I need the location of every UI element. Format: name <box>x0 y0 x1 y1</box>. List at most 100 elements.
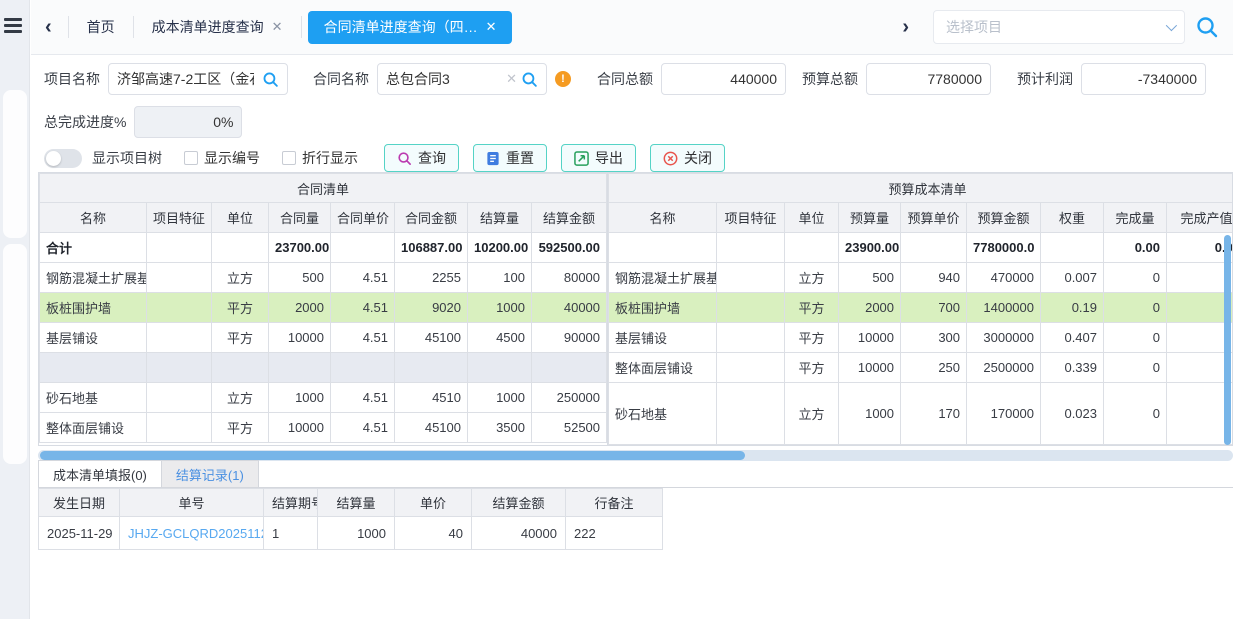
project-select[interactable] <box>933 10 1185 44</box>
table-row[interactable]: 砂石地基立方10001701700000.02300 <box>609 383 1232 445</box>
table-row[interactable]: 钢筋混凝土扩展基立方5009404700000.00700 <box>609 263 1232 293</box>
vertical-scrollbar[interactable] <box>1224 235 1231 445</box>
cell[interactable]: 1000 <box>468 293 532 323</box>
cell[interactable]: 2500000 <box>967 353 1041 383</box>
table-row[interactable]: 砂石地基立方10004.5145101000250000 <box>40 383 607 413</box>
cell[interactable]: 1000 <box>839 383 901 445</box>
show-project-tree-toggle[interactable] <box>44 149 82 168</box>
horizontal-scrollbar-thumb[interactable] <box>40 451 745 460</box>
cell[interactable]: 板桩围护墙 <box>609 293 717 323</box>
cell[interactable]: 40000 <box>472 517 566 550</box>
cell[interactable]: 222 <box>566 517 663 550</box>
cell[interactable] <box>147 353 212 383</box>
tab-cost-list-progress[interactable]: 成本清单进度查询 ✕ <box>136 0 299 55</box>
cell[interactable]: 4510 <box>395 383 468 413</box>
cell[interactable] <box>395 353 468 383</box>
tabs-scroll-right-icon[interactable]: › <box>888 17 923 37</box>
search-icon[interactable] <box>262 71 279 88</box>
close-icon[interactable]: ✕ <box>486 19 497 35</box>
cell[interactable]: 立方 <box>212 263 269 293</box>
cell[interactable] <box>331 353 395 383</box>
cell[interactable] <box>269 353 331 383</box>
cell[interactable]: 470000 <box>967 263 1041 293</box>
cell[interactable] <box>147 233 212 263</box>
cell[interactable]: 0 <box>1167 383 1232 445</box>
contract-name-field[interactable]: ✕ <box>377 63 547 95</box>
cell[interactable]: 23700.00 <box>269 233 331 263</box>
cell[interactable]: 250 <box>901 353 967 383</box>
cell[interactable]: 合计 <box>40 233 147 263</box>
cell[interactable]: 1000 <box>318 517 395 550</box>
cell[interactable] <box>147 383 212 413</box>
cell[interactable]: 0 <box>1104 383 1167 445</box>
cell[interactable]: 4.51 <box>331 383 395 413</box>
cell[interactable]: 0.023 <box>1041 383 1104 445</box>
cell[interactable]: 3000000 <box>967 323 1041 353</box>
chevron-down-icon[interactable] <box>1166 20 1177 31</box>
search-icon[interactable] <box>1195 15 1219 39</box>
cell[interactable]: 10000 <box>269 323 331 353</box>
cell[interactable]: 4.51 <box>331 413 395 443</box>
cell[interactable] <box>40 353 147 383</box>
cell[interactable]: 170000 <box>967 383 1041 445</box>
table-row[interactable]: 合计 23700.00 106887.0010200.00592500.00 <box>40 233 607 263</box>
cell[interactable]: 1400000 <box>967 293 1041 323</box>
cell[interactable]: 2255 <box>395 263 468 293</box>
cell[interactable]: 平方 <box>785 323 839 353</box>
cell[interactable]: 10200.00 <box>468 233 532 263</box>
tab-contract-list-progress[interactable]: 合同清单进度查询（四… ✕ <box>308 11 513 44</box>
cell[interactable]: 钢筋混凝土扩展基 <box>609 263 717 293</box>
cell[interactable]: 100 <box>468 263 532 293</box>
close-icon[interactable]: ✕ <box>272 19 283 35</box>
cell[interactable] <box>609 233 717 263</box>
cell[interactable]: 10000 <box>839 353 901 383</box>
cell[interactable]: 0 <box>1167 353 1232 383</box>
cell[interactable] <box>717 233 785 263</box>
tab-cost-list-fill[interactable]: 成本清单填报(0) <box>38 460 162 487</box>
cell[interactable] <box>331 233 395 263</box>
cell[interactable]: 0.19 <box>1041 293 1104 323</box>
cell[interactable]: 0 <box>1167 293 1232 323</box>
table-row[interactable]: 钢筋混凝土扩展基立方5004.51225510080000 <box>40 263 607 293</box>
cell[interactable]: 平方 <box>212 293 269 323</box>
cell[interactable]: 1000 <box>468 383 532 413</box>
cell[interactable]: 平方 <box>785 293 839 323</box>
cell[interactable]: 52500 <box>532 413 607 443</box>
cell[interactable]: 0.00 <box>1104 233 1167 263</box>
tabs-scroll-left-icon[interactable]: ‹ <box>31 17 66 37</box>
cell[interactable]: 1000 <box>269 383 331 413</box>
cell[interactable]: 0.339 <box>1041 353 1104 383</box>
cell[interactable]: 0 <box>1104 293 1167 323</box>
table-row[interactable] <box>40 353 607 383</box>
cell[interactable]: 平方 <box>785 353 839 383</box>
cell[interactable]: JHJZ-GCLQRD20251129 <box>120 517 264 550</box>
cell[interactable]: 10000 <box>269 413 331 443</box>
cell[interactable]: 平方 <box>212 323 269 353</box>
show-number-checkbox[interactable]: 显示编号 <box>184 148 260 168</box>
tab-home[interactable]: 首页 <box>71 0 131 55</box>
cell[interactable]: 整体面层铺设 <box>609 353 717 383</box>
cell[interactable]: 0 <box>1104 353 1167 383</box>
cell[interactable]: 板桩围护墙 <box>40 293 147 323</box>
cell[interactable]: 500 <box>839 263 901 293</box>
cell[interactable] <box>468 353 532 383</box>
cell[interactable]: 45100 <box>395 413 468 443</box>
cell[interactable]: 基层铺设 <box>40 323 147 353</box>
cell[interactable]: 7780000.0 <box>967 233 1041 263</box>
cell[interactable]: 40000 <box>532 293 607 323</box>
table-row[interactable]: 整体面层铺设平方1000025025000000.33900 <box>609 353 1232 383</box>
cell[interactable]: 整体面层铺设 <box>40 413 147 443</box>
cell[interactable] <box>1041 233 1104 263</box>
cell[interactable]: 106887.00 <box>395 233 468 263</box>
cell[interactable]: 2000 <box>839 293 901 323</box>
cell[interactable] <box>785 233 839 263</box>
menu-hamburger-icon[interactable] <box>4 18 24 34</box>
cell[interactable]: 592500.00 <box>532 233 607 263</box>
cell[interactable] <box>717 323 785 353</box>
project-name-input[interactable] <box>109 64 262 94</box>
cell[interactable]: 40 <box>395 517 472 550</box>
cell[interactable] <box>717 263 785 293</box>
cell[interactable]: 立方 <box>785 383 839 445</box>
table-row[interactable]: 整体面层铺设平方100004.5145100350052500 <box>40 413 607 443</box>
cell[interactable]: 4.51 <box>331 293 395 323</box>
